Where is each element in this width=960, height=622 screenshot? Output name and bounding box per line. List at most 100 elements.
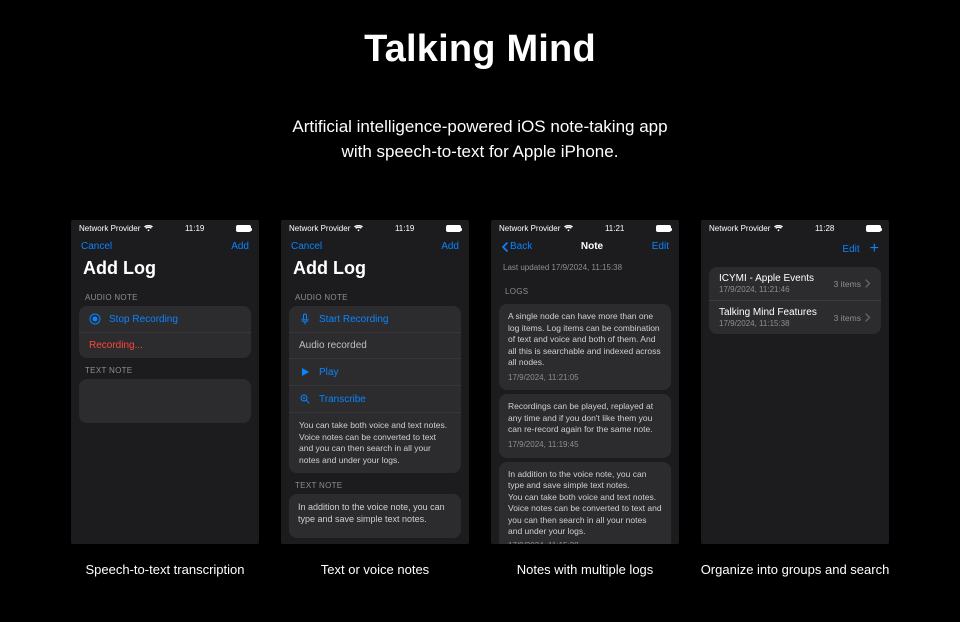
log-body: In addition to the voice note, you can t… — [508, 469, 662, 538]
screen-title: Add Log — [281, 256, 469, 285]
nav-title: Note — [581, 241, 603, 252]
list-item[interactable]: Talking Mind Features 17/9/2024, 11:15:3… — [709, 301, 881, 334]
add-button[interactable]: Add — [231, 241, 249, 252]
screen3: Network Provider 11:21 Back — [491, 220, 679, 544]
stop-recording-label: Stop Recording — [109, 314, 178, 325]
notes-list: ICYMI - Apple Events 17/9/2024, 11:21:46… — [709, 267, 881, 334]
log-timestamp: 17/9/2024, 11:19:45 — [508, 440, 662, 451]
carrier-label: Network Provider — [499, 224, 560, 233]
battery-icon — [656, 225, 671, 232]
log-item[interactable]: Recordings can be played, replayed at an… — [499, 394, 671, 457]
audio-card: Stop Recording Recording... — [79, 306, 251, 358]
carrier-label: Network Provider — [709, 224, 770, 233]
screen3-col: Network Provider 11:21 Back — [490, 220, 680, 577]
audio-info-text: You can take both voice and text notes. … — [289, 413, 461, 473]
screen4-col: Network Provider 11:28 Edit + ICY — [700, 220, 890, 577]
text-section-label: TEXT NOTE — [281, 473, 469, 494]
transcribe-label: Transcribe — [319, 394, 366, 405]
list-item-title: ICYMI - Apple Events — [719, 273, 814, 284]
play-icon — [299, 366, 311, 378]
edit-button[interactable]: Edit — [652, 241, 669, 252]
transcribe-icon — [299, 393, 311, 405]
logs-section-label: LOGS — [491, 279, 679, 300]
log-item[interactable]: In addition to the voice note, you can t… — [499, 462, 671, 545]
wifi-icon — [144, 225, 153, 232]
subtitle-line1: Artificial intelligence-powered iOS note… — [292, 117, 667, 136]
log-body: Recordings can be played, replayed at an… — [508, 401, 662, 435]
carrier-label: Network Provider — [289, 224, 350, 233]
record-stop-icon — [89, 313, 101, 325]
status-bar: Network Provider 11:21 — [491, 220, 679, 235]
back-label: Back — [510, 241, 532, 252]
last-updated: Last updated 17/9/2024, 11:15:38 — [491, 256, 679, 279]
start-recording-button[interactable]: Start Recording — [289, 306, 461, 333]
list-item-timestamp: 17/9/2024, 11:15:38 — [719, 319, 817, 328]
audio-section-label: AUDIO NOTE — [281, 285, 469, 306]
screen-title: Add Log — [71, 256, 259, 285]
start-recording-label: Start Recording — [319, 314, 388, 325]
screen4-caption: Organize into groups and search — [701, 562, 890, 577]
status-bar: Network Provider 11:28 — [701, 220, 889, 235]
play-button[interactable]: Play — [289, 359, 461, 386]
add-button[interactable]: Add — [441, 241, 459, 252]
list-item-count: 3 items — [834, 279, 861, 289]
list-item[interactable]: ICYMI - Apple Events 17/9/2024, 11:21:46… — [709, 267, 881, 301]
audio-recorded-label: Audio recorded — [299, 340, 367, 351]
log-timestamp: 17/9/2024, 11:15:38 — [508, 541, 662, 544]
stop-recording-button[interactable]: Stop Recording — [79, 306, 251, 333]
chevron-right-icon — [865, 313, 871, 322]
status-bar: Network Provider 11:19 — [71, 220, 259, 235]
chevron-left-icon — [501, 242, 508, 252]
list-item-count: 3 items — [834, 313, 861, 323]
log-timestamp: 17/9/2024, 11:21:05 — [508, 373, 662, 384]
screen2-col: Network Provider 11:19 Cancel Add Add Lo… — [280, 220, 470, 577]
cancel-button[interactable]: Cancel — [291, 241, 322, 252]
text-note-input[interactable] — [79, 379, 251, 423]
list-item-title: Talking Mind Features — [719, 307, 817, 318]
nav-bar: Cancel Add — [281, 235, 469, 256]
text-note-input[interactable]: In addition to the voice note, you can t… — [289, 494, 461, 538]
clock: 11:21 — [605, 224, 624, 233]
log-item[interactable]: A single node can have more than one log… — [499, 304, 671, 390]
wifi-icon — [564, 225, 573, 232]
screen1: Network Provider 11:19 Cancel Add Add Lo… — [71, 220, 259, 544]
audio-recorded-status: Audio recorded — [289, 333, 461, 359]
clock: 11:19 — [185, 224, 204, 233]
screen2-caption: Text or voice notes — [321, 562, 429, 577]
back-button[interactable]: Back — [501, 241, 532, 252]
battery-icon — [866, 225, 881, 232]
screen4: Network Provider 11:28 Edit + ICY — [701, 220, 889, 544]
audio-section-label: AUDIO NOTE — [71, 285, 259, 306]
audio-card: Start Recording Audio recorded Play — [289, 306, 461, 473]
subtitle-line2: with speech-to-text for Apple iPhone. — [342, 142, 619, 161]
list-item-timestamp: 17/9/2024, 11:21:46 — [719, 285, 814, 294]
status-bar: Network Provider 11:19 — [281, 220, 469, 235]
screenshots-row: Network Provider 11:19 Cancel Add Add Lo… — [0, 220, 960, 577]
screen1-col: Network Provider 11:19 Cancel Add Add Lo… — [70, 220, 260, 577]
page-subtitle: Artificial intelligence-powered iOS note… — [0, 115, 960, 164]
battery-icon — [236, 225, 251, 232]
nav-bar: Back Note Edit — [491, 235, 679, 256]
play-label: Play — [319, 367, 338, 378]
page-title: Talking Mind — [0, 28, 960, 71]
log-body: A single node can have more than one log… — [508, 311, 662, 368]
mic-icon — [299, 313, 311, 325]
screen2: Network Provider 11:19 Cancel Add Add Lo… — [281, 220, 469, 544]
clock: 11:19 — [395, 224, 414, 233]
recording-status: Recording... — [79, 333, 251, 358]
nav-bar: Edit + — [701, 235, 889, 261]
chevron-right-icon — [865, 279, 871, 288]
clock: 11:28 — [815, 224, 834, 233]
screen1-caption: Speech-to-text transcription — [86, 562, 245, 577]
recording-label: Recording... — [89, 340, 143, 351]
wifi-icon — [774, 225, 783, 232]
nav-bar: Cancel Add — [71, 235, 259, 256]
transcribe-button[interactable]: Transcribe — [289, 386, 461, 413]
wifi-icon — [354, 225, 363, 232]
battery-icon — [446, 225, 461, 232]
edit-button[interactable]: Edit — [842, 244, 859, 255]
add-icon[interactable]: + — [870, 241, 879, 257]
cancel-button[interactable]: Cancel — [81, 241, 112, 252]
screen3-caption: Notes with multiple logs — [517, 562, 654, 577]
carrier-label: Network Provider — [79, 224, 140, 233]
